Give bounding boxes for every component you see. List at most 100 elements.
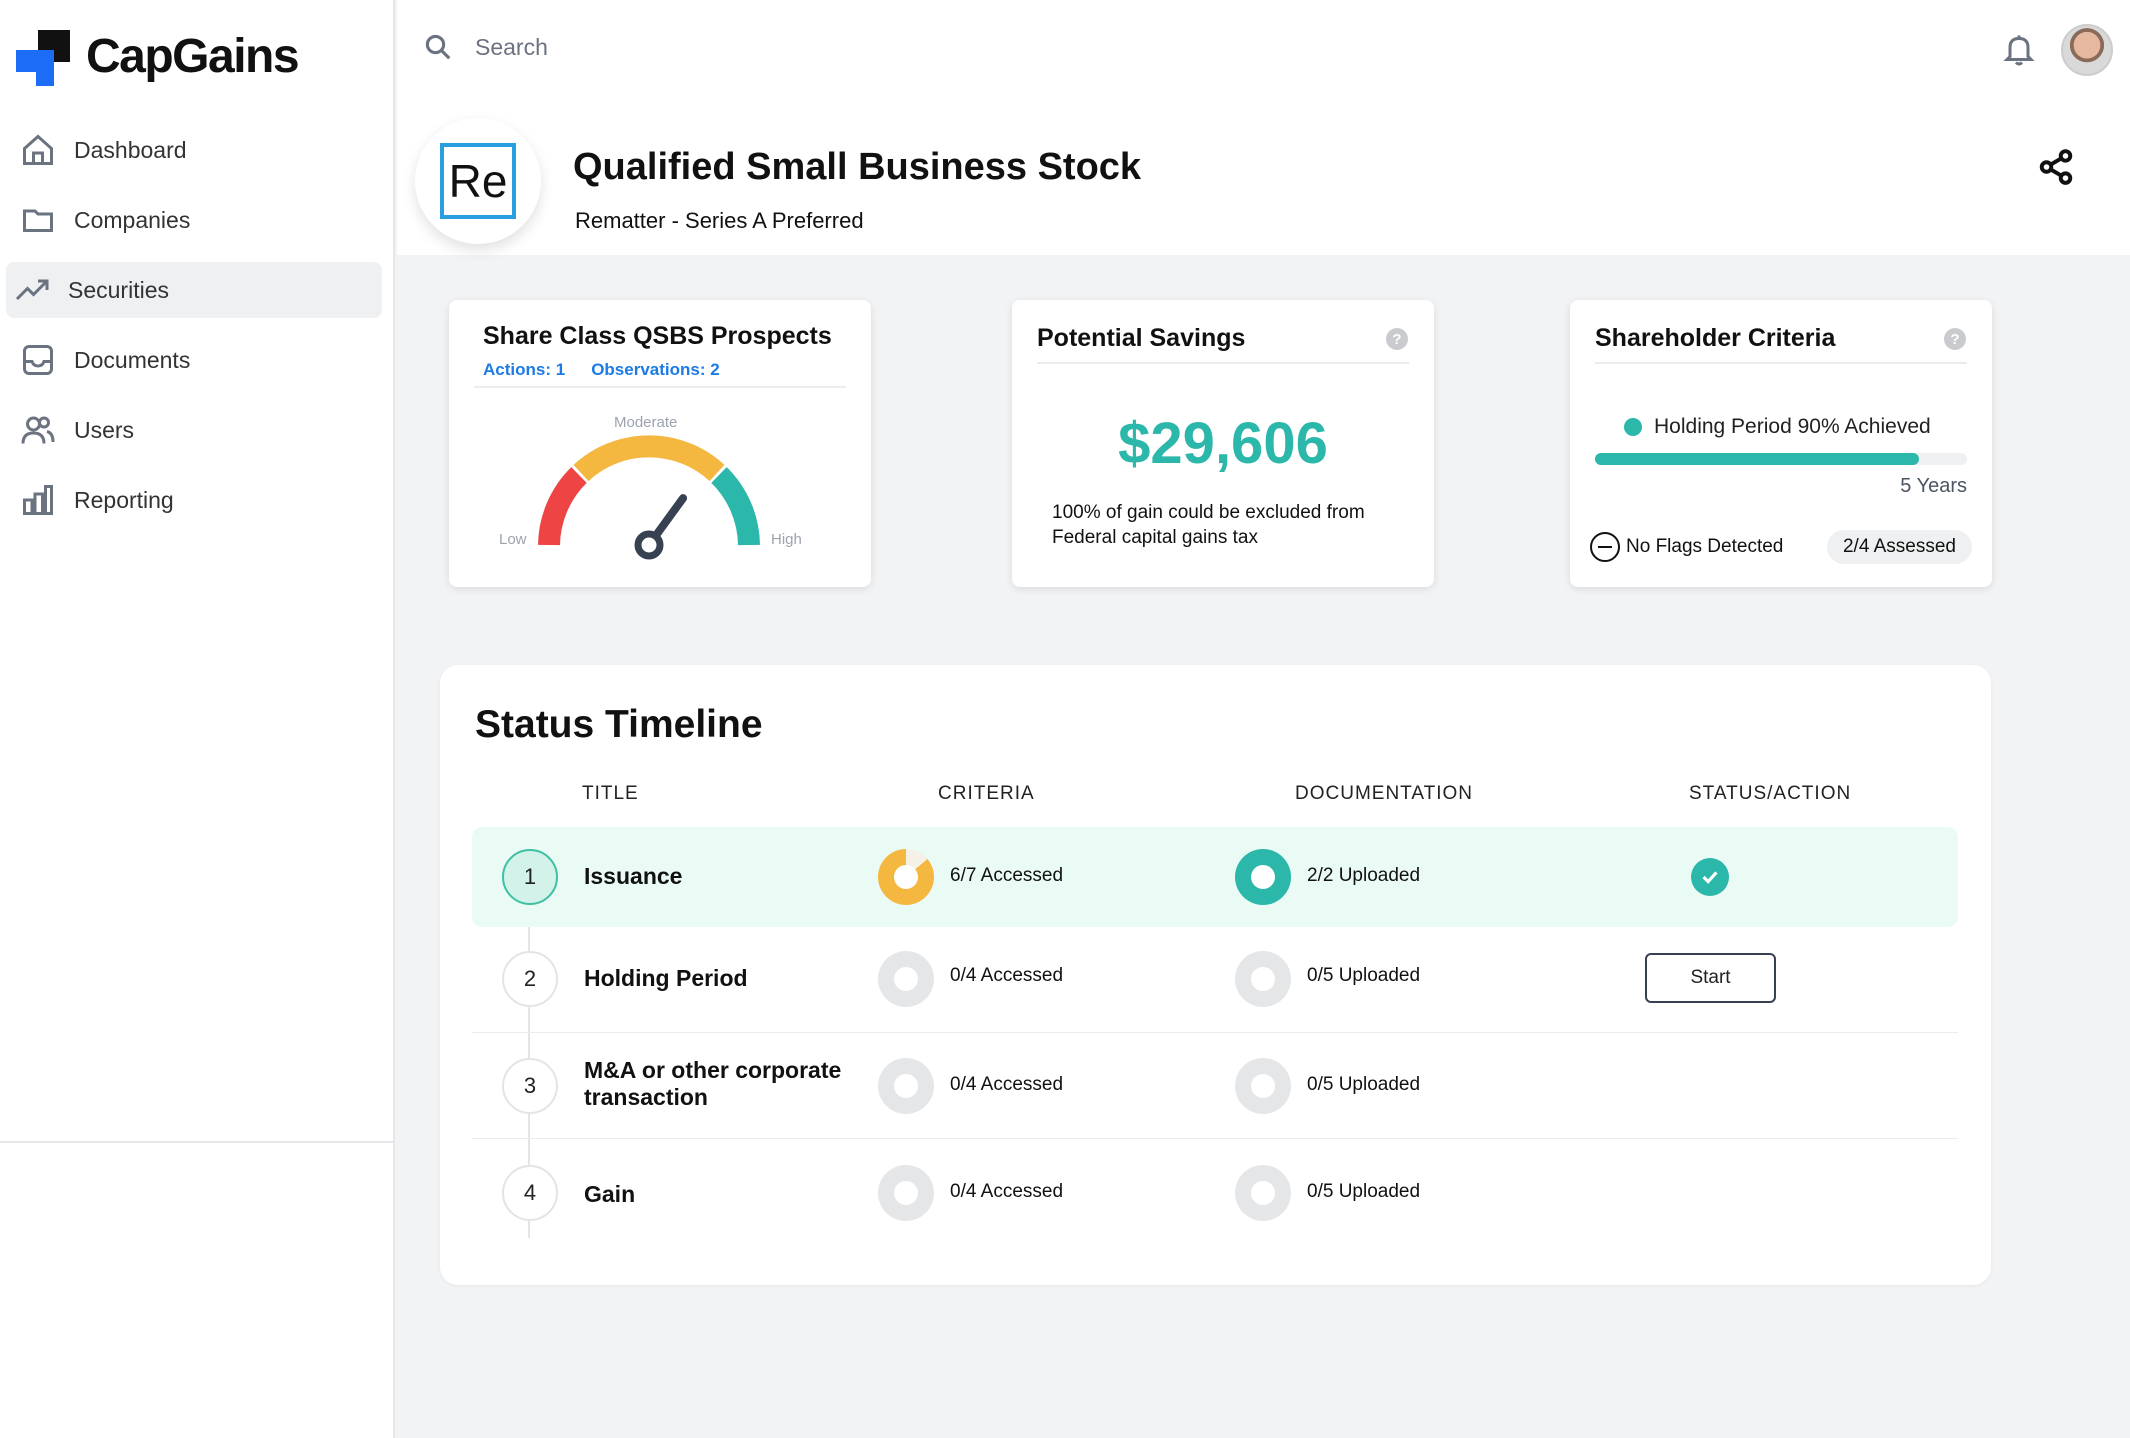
actions-link[interactable]: Actions: 1 [483, 360, 565, 380]
top-bar [397, 0, 2130, 100]
criteria-status[interactable]: 0/4 Accessed [950, 965, 1063, 987]
avatar[interactable] [2061, 24, 2113, 76]
documentation-progress-icon [1235, 951, 1291, 1007]
gauge-label-moderate: Moderate [614, 414, 677, 431]
card-title: Potential Savings [1037, 324, 1246, 352]
card-divider [474, 386, 846, 388]
company-logo: Re [415, 118, 541, 244]
sidebar-item-label: Companies [74, 206, 191, 233]
criteria-progress-icon [878, 951, 934, 1007]
help-icon[interactable]: ? [1944, 328, 1966, 350]
sidebar-item-label: Documents [74, 346, 191, 373]
sidebar-item-label: Securities [68, 276, 169, 303]
trending-up-icon [15, 279, 49, 301]
bar-chart-icon [23, 485, 53, 515]
search-input[interactable] [475, 33, 875, 61]
observations-link[interactable]: Observations: 2 [591, 360, 720, 380]
inbox-icon [23, 345, 53, 375]
step-title: Issuance [584, 863, 683, 889]
documentation-status[interactable]: 0/5 Uploaded [1307, 1074, 1420, 1096]
home-icon [23, 134, 53, 165]
gauge-hub [634, 530, 664, 560]
help-icon[interactable]: ? [1386, 328, 1408, 350]
sidebar-item-label: Users [74, 416, 135, 443]
table-row[interactable]: 3 M&A or other corporate transaction 0/4… [472, 1033, 1958, 1139]
holding-period-progress [1595, 453, 1967, 465]
sidebar-item-label: Reporting [74, 486, 174, 513]
check-icon [1691, 858, 1729, 896]
qsbs-prospects-card: Share Class QSBS Prospects Actions: 1 Ob… [449, 300, 871, 587]
column-header-title: TITLE [582, 783, 639, 804]
sidebar-item-label: Dashboard [74, 136, 187, 163]
share-icon [2039, 149, 2073, 185]
documentation-status[interactable]: 0/5 Uploaded [1307, 965, 1420, 987]
assessed-badge: 2/4 Assessed [1826, 530, 1972, 564]
step-title: M&A or other corporate transaction [584, 1057, 842, 1110]
notifications-button[interactable] [2001, 30, 2037, 68]
status-dot-icon [1624, 418, 1642, 436]
shareholder-criteria-card: Shareholder Criteria ? Holding Period 90… [1570, 300, 1992, 587]
brand-name: CapGains [86, 29, 300, 83]
documentation-progress-icon [1235, 1058, 1291, 1114]
gauge-high-segment [711, 467, 760, 546]
flags-status: No Flags Detected [1590, 532, 1783, 562]
holding-period-status: Holding Period 90% Achieved [1624, 415, 1931, 439]
card-divider [1595, 362, 1967, 364]
criteria-status[interactable]: 0/4 Accessed [950, 1181, 1063, 1203]
brand-logo[interactable]: CapGains [16, 26, 300, 86]
criteria-status[interactable]: 6/7 Accessed [950, 865, 1063, 887]
users-icon [21, 416, 55, 444]
sidebar-divider [0, 1141, 393, 1143]
prospects-meta: Actions: 1 Observations: 2 [483, 360, 720, 380]
step-number: 2 [502, 951, 558, 1007]
card-divider [1037, 362, 1409, 364]
company-logo-text: Re [448, 155, 508, 207]
criteria-progress-icon [878, 849, 934, 905]
criteria-progress-icon [878, 1058, 934, 1114]
flags-label: No Flags Detected [1626, 536, 1784, 557]
sidebar-item-users[interactable]: Users [6, 402, 382, 458]
card-title: Shareholder Criteria [1595, 324, 1836, 352]
table-row[interactable]: 2 Holding Period 0/4 Accessed 0/5 Upload… [472, 927, 1958, 1033]
search-icon [425, 34, 451, 60]
column-header-documentation: DOCUMENTATION [1295, 783, 1474, 804]
criteria-status[interactable]: 0/4 Accessed [950, 1074, 1063, 1096]
start-button[interactable]: Start [1645, 953, 1776, 1003]
risk-gauge: Low Moderate High [499, 414, 802, 560]
sidebar-item-companies[interactable]: Companies [6, 192, 382, 248]
savings-amount: $29,606 [1118, 411, 1328, 476]
page-title: Qualified Small Business Stock [573, 146, 1142, 188]
status-timeline: Status Timeline TITLE CRITERIA DOCUMENTA… [440, 665, 1991, 1285]
potential-savings-card: Potential Savings ? $29,606 100% of gain… [1012, 300, 1434, 587]
documentation-status[interactable]: 2/2 Uploaded [1307, 865, 1420, 887]
table-row[interactable]: 4 Gain 0/4 Accessed 0/5 Uploaded [472, 1139, 1958, 1245]
security-header: Re Qualified Small Business Stock Rematt… [397, 100, 2130, 255]
table-row[interactable]: 1 Issuance 6/7 Accessed 2/2 Uploaded [472, 827, 1958, 927]
sidebar-item-dashboard[interactable]: Dashboard [6, 122, 382, 178]
holding-period-progress-fill [1595, 453, 1919, 465]
savings-note: 100% of gain could be excluded from Fede… [1052, 502, 1365, 548]
gauge-label-high: High [771, 531, 802, 548]
search-box [423, 32, 875, 62]
criteria-progress-icon [878, 1165, 934, 1221]
column-header-criteria: CRITERIA [938, 783, 1035, 804]
gauge-low-segment [538, 467, 587, 546]
step-number: 3 [502, 1058, 558, 1114]
sidebar: CapGains Dashboard Companies Securities … [0, 0, 395, 1438]
step-title: Gain [584, 1181, 636, 1207]
documentation-status[interactable]: 0/5 Uploaded [1307, 1181, 1420, 1203]
step-number: 4 [502, 1165, 558, 1221]
capgains-logo-icon [16, 26, 72, 86]
sidebar-item-reporting[interactable]: Reporting [6, 472, 382, 528]
holding-period-years: 5 Years [1900, 475, 1967, 497]
sidebar-item-securities[interactable]: Securities [6, 262, 382, 318]
page-subtitle: Rematter - Series A Preferred [575, 208, 864, 233]
bell-icon [2003, 35, 2035, 66]
holding-period-label: Holding Period 90% Achieved [1654, 415, 1931, 438]
step-number: 1 [502, 849, 558, 905]
folder-icon [23, 209, 53, 232]
card-title: Share Class QSBS Prospects [483, 322, 832, 350]
share-button[interactable] [2037, 148, 2075, 186]
gauge-moderate-segment [573, 435, 725, 482]
sidebar-item-documents[interactable]: Documents [6, 332, 382, 388]
